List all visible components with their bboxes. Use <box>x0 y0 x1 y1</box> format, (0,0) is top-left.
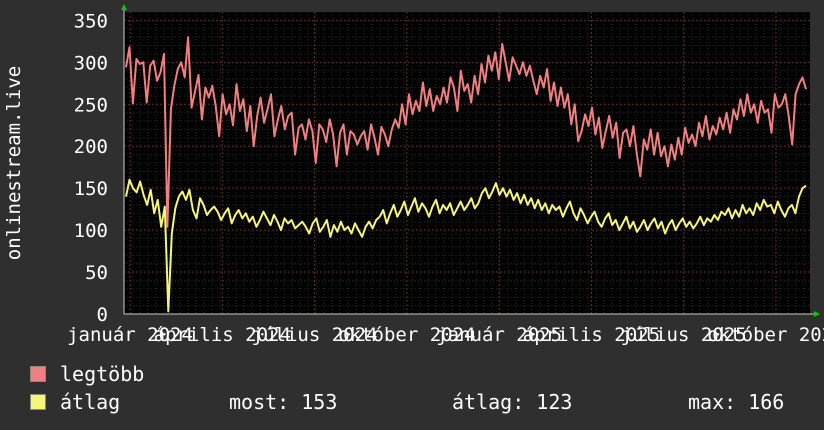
stat-avg: átlag: 123 <box>452 390 573 414</box>
legend-item-avg: átlag <box>30 390 120 414</box>
legend-item-max: legtöbb <box>30 362 144 386</box>
x-tick-label: október 2025 <box>707 324 824 346</box>
y-tick-label: 300 <box>74 52 108 74</box>
y-tick-label: 0 <box>97 304 108 326</box>
y-axis-label: onlinestream.live <box>3 66 25 260</box>
stat-max: max: 166 <box>688 390 785 414</box>
y-tick-labels: 0 50 100 150 200 250 300 350 <box>74 10 108 326</box>
y-tick-label: 200 <box>74 136 108 158</box>
legend-swatch-max <box>30 366 46 382</box>
y-tick-label: 250 <box>74 94 108 116</box>
y-tick-label: 150 <box>74 178 108 200</box>
legend-label-max: legtöbb <box>60 362 145 386</box>
legend-swatch-avg <box>30 394 46 410</box>
y-tick-label: 50 <box>85 262 108 284</box>
y-tick-label: 100 <box>74 220 108 242</box>
x-axis-arrow <box>814 311 820 317</box>
x-tick-labels: január 2024április 2024július 2024októbe… <box>67 324 824 346</box>
stat-now: most: 153 <box>229 390 338 414</box>
y-tick-label: 350 <box>74 10 108 32</box>
y-axis-arrow <box>121 4 127 10</box>
legend-label-avg: átlag <box>60 390 121 414</box>
